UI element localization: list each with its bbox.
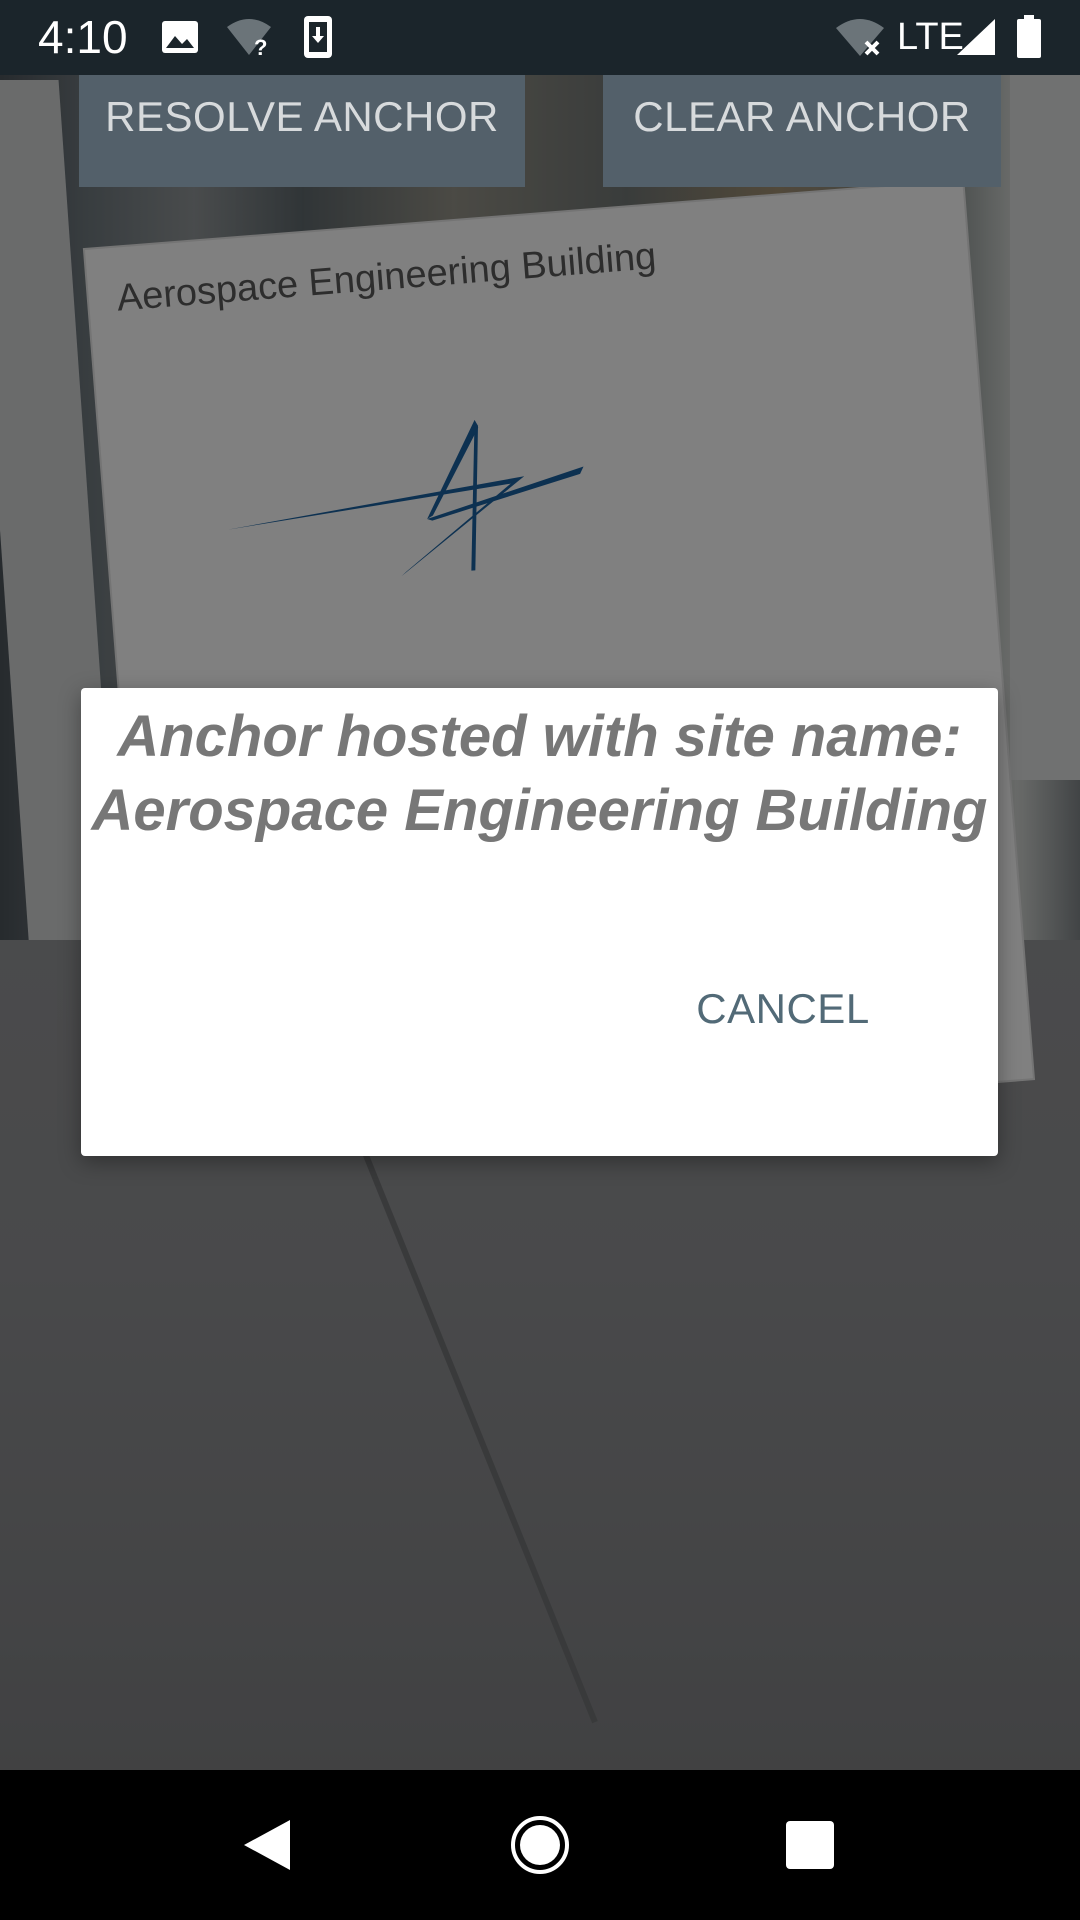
- download-icon: [300, 14, 336, 60]
- recents-button[interactable]: [750, 1770, 870, 1920]
- recents-icon: [786, 1821, 834, 1869]
- back-icon: [244, 1820, 290, 1870]
- navigation-bar: [0, 1770, 1080, 1920]
- svg-text:?: ?: [254, 35, 267, 57]
- home-button[interactable]: [480, 1770, 600, 1920]
- wifi-off-icon: [834, 14, 886, 60]
- dialog-title: Anchor hosted with site name: Aerospace …: [91, 704, 988, 843]
- cancel-button[interactable]: CANCEL: [648, 973, 918, 1045]
- signal-icon: [954, 14, 998, 60]
- clock: 4:10: [38, 11, 128, 63]
- anchor-hosted-dialog: Anchor hosted with site name: Aerospace …: [81, 688, 998, 1156]
- battery-icon: [1014, 14, 1044, 60]
- clear-anchor-button[interactable]: CLEAR ANCHOR: [603, 75, 1001, 187]
- resolve-anchor-button[interactable]: RESOLVE ANCHOR: [79, 75, 525, 187]
- back-button[interactable]: [207, 1770, 327, 1920]
- status-bar: 4:10 ? LTE: [0, 0, 1080, 75]
- wifi-unknown-icon: ?: [225, 14, 273, 60]
- image-icon: [160, 14, 200, 60]
- home-icon: [511, 1816, 569, 1874]
